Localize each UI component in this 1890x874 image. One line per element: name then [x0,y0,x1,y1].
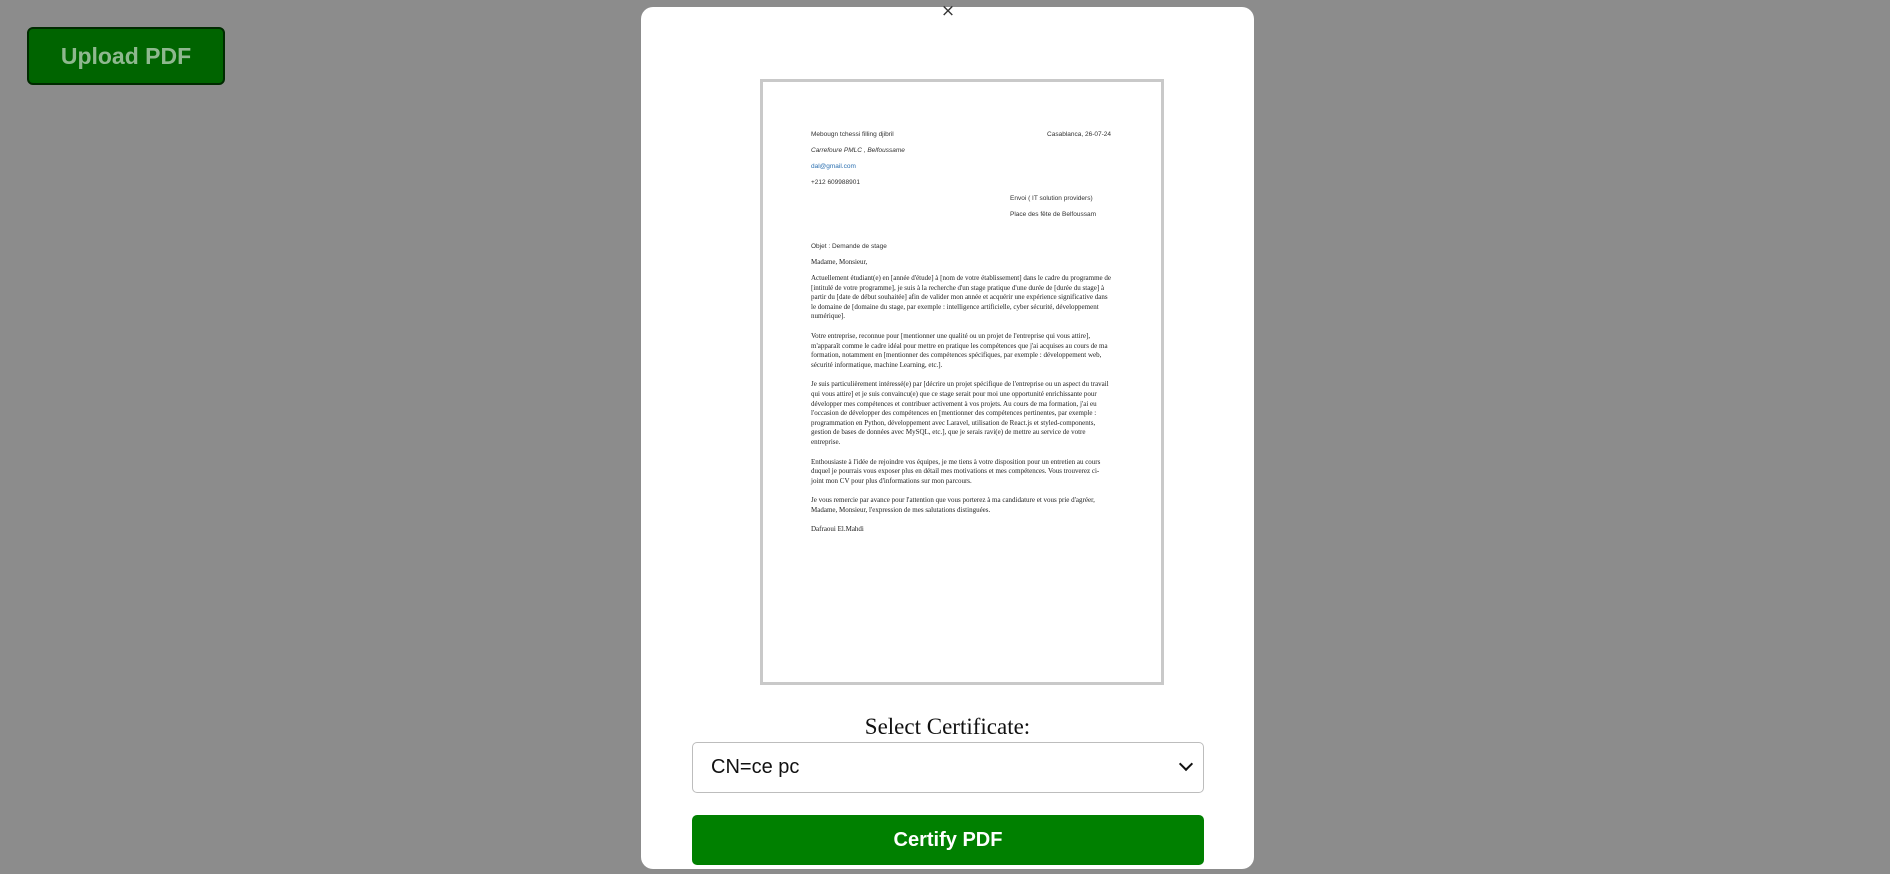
date-place: Casablanca, 26-07-24 [1047,131,1111,138]
chevron-down-icon [1178,756,1194,772]
sender-phone: +212 609988901 [811,179,860,186]
letter-signature: Dafraoui El.Mahdi [811,525,864,534]
pdf-preview: Mebougn tchessi filling djibril Casablan… [760,79,1164,685]
close-icon[interactable]: × [939,2,957,20]
recipient-line-1: Envoi ( IT solution providers) [1010,195,1093,202]
sender-name: Mebougn tchessi filling djibril [811,131,894,138]
certificate-select[interactable]: CN=ce pc [692,742,1204,793]
letter-paragraph: Votre entreprise, reconnue pour [mention… [811,331,1108,369]
letter-paragraph: Enthousiaste à l'idée de rejoindre vos é… [811,457,1101,485]
certify-modal: × Mebougn tchessi filling djibril Casabl… [641,2,1254,869]
letter-paragraph: Je vous remercie par avance pour l'atten… [811,496,1095,514]
certify-pdf-button[interactable]: Certify PDF [692,815,1204,865]
certificate-label: Select Certificate: [864,714,1031,739]
pdf-page-content: Mebougn tchessi filling djibril Casablan… [811,130,1111,535]
letter-paragraph: Je suis particulièrement intéressé(e) pa… [811,380,1109,446]
letter-greeting: Madame, Monsieur, [811,258,868,266]
sender-email: dal@gmail.com [811,163,856,170]
recipient-line-2: Place des fête de Belfoussam [1010,211,1096,218]
upload-pdf-button[interactable]: Upload PDF [27,27,225,85]
letter-paragraph: Actuellement étudiant(e) en [année d'étu… [811,274,1111,321]
sender-address: Carrefoure PMLC , Belfoussame [811,147,905,154]
letter-subject: Objet : Demande de stage [811,243,887,250]
certificate-selected-value: CN=ce pc [711,756,800,778]
